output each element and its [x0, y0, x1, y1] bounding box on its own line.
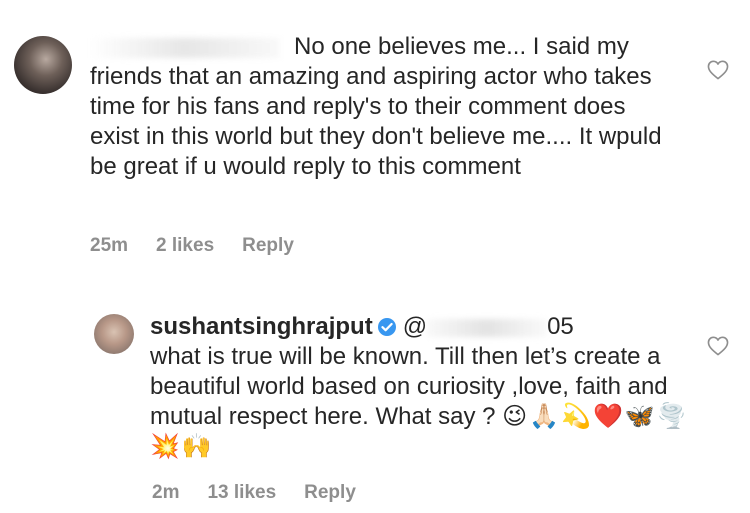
mention-suffix[interactable]: 05: [547, 313, 574, 340]
comment-meta: 25m 2 likes Reply: [90, 235, 322, 257]
username[interactable]: sushantsinghrajput: [150, 313, 373, 340]
avatar[interactable]: [14, 36, 72, 94]
verified-badge-icon: [377, 318, 396, 336]
redacted-mention: [427, 318, 548, 337]
reply-button[interactable]: Reply: [242, 235, 294, 257]
likes-count[interactable]: 13 likes: [207, 482, 276, 504]
mention-prefix[interactable]: @: [403, 313, 427, 340]
comment-body: No one believes me... I said my friends …: [90, 32, 680, 182]
reply-button[interactable]: Reply: [304, 482, 356, 504]
avatar[interactable]: [94, 314, 134, 354]
redacted-username: [90, 37, 280, 58]
likes-count[interactable]: 2 likes: [156, 235, 214, 257]
comment-body: sushantsinghrajput @05 what is true will…: [150, 312, 690, 462]
comment-time: 2m: [152, 482, 180, 503]
comment-meta: 2m 13 likes Reply: [152, 482, 384, 504]
comment-original: No one believes me... I said my friends …: [0, 0, 750, 280]
heart-outline-icon[interactable]: [707, 336, 729, 356]
comment-reply: sushantsinghrajput @05 what is true will…: [0, 300, 750, 513]
heart-outline-icon[interactable]: [707, 60, 729, 80]
comment-time: 25m: [90, 235, 129, 256]
